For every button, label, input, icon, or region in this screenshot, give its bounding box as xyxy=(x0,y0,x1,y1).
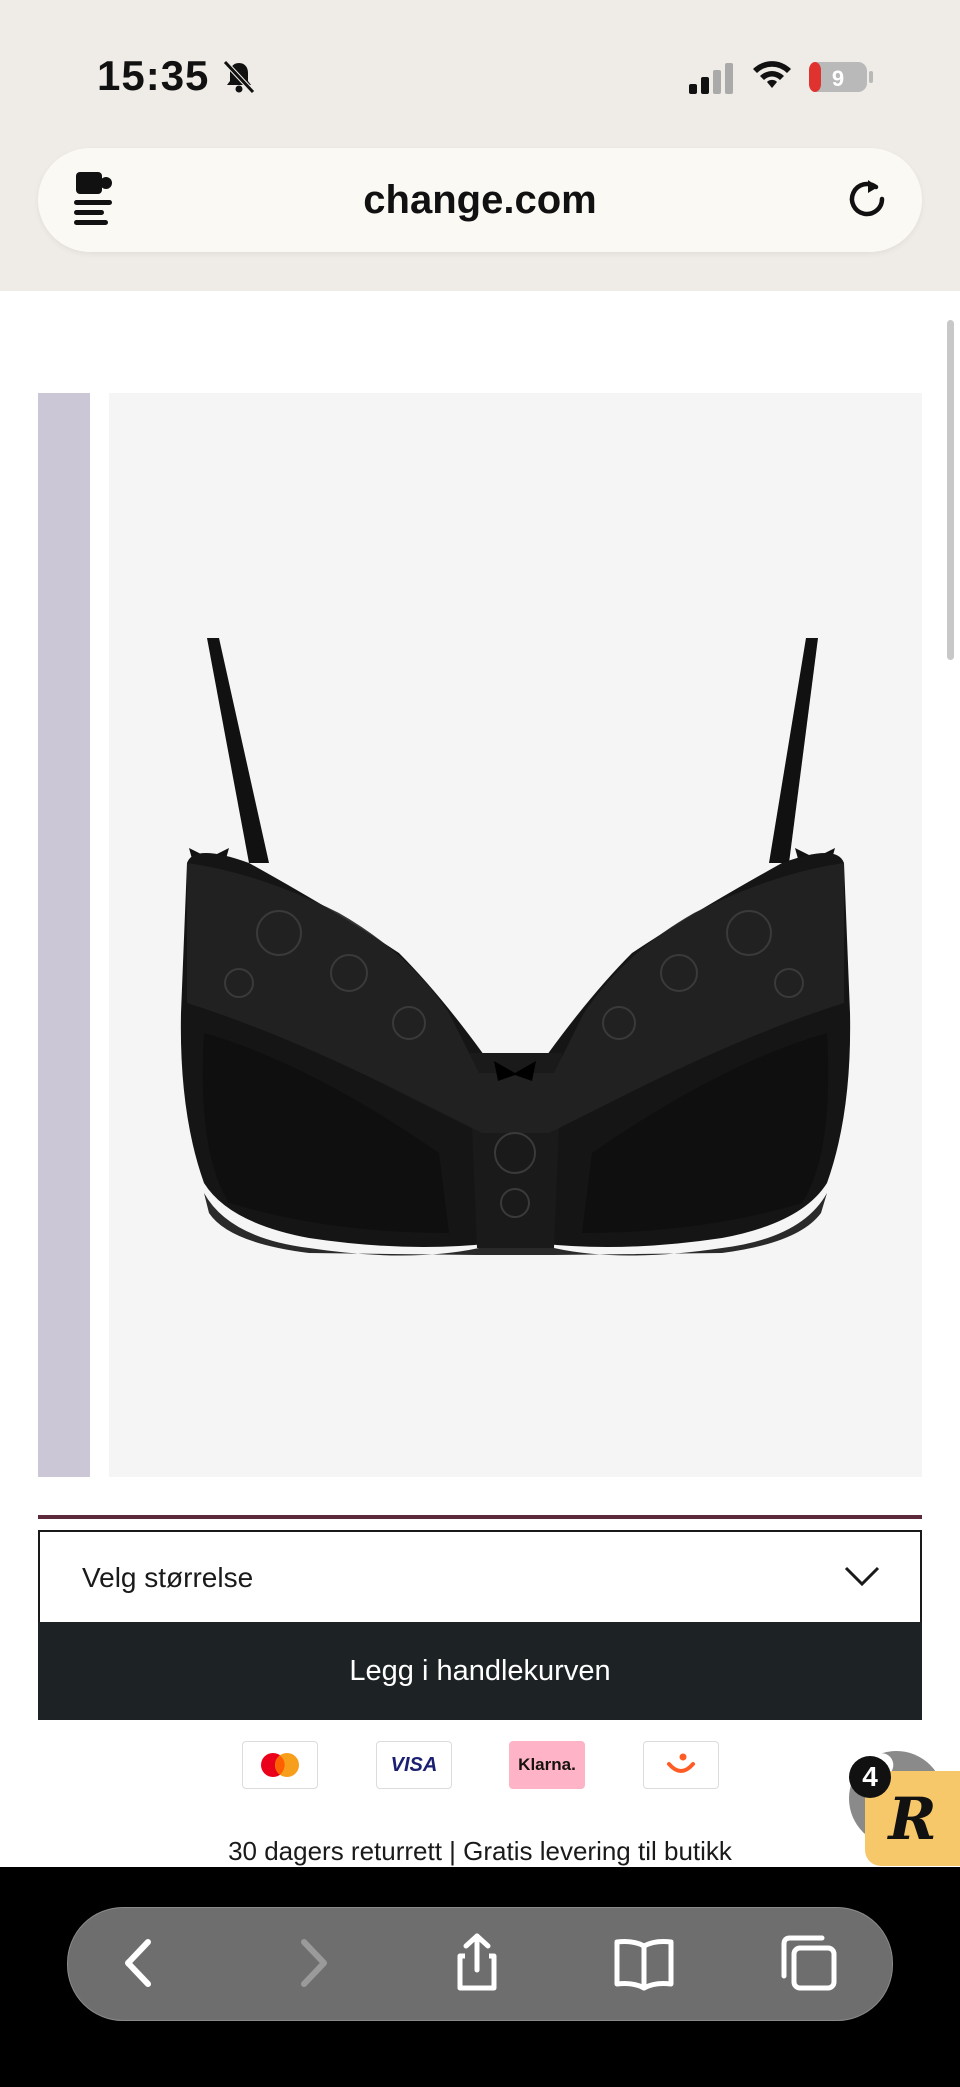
status-time: 15:35 xyxy=(97,52,210,99)
size-select-label: Velg størrelse xyxy=(82,1562,254,1593)
page-scrollbar[interactable] xyxy=(947,320,954,660)
bookmarks-icon[interactable] xyxy=(613,1932,675,1994)
klarna-badge: Klarna. xyxy=(509,1741,585,1789)
mastercard-badge xyxy=(242,1741,318,1789)
top-browser-chrome: 15:35 9 change.com xyxy=(0,0,960,291)
back-icon[interactable] xyxy=(108,1932,170,1994)
vipps-badge xyxy=(643,1741,719,1789)
share-icon[interactable] xyxy=(446,1932,508,1994)
size-select[interactable]: Velg størrelse xyxy=(38,1530,922,1624)
shipping-info: 30 dagers returrett | Gratis levering ti… xyxy=(228,1836,732,1866)
previous-image-strip[interactable] xyxy=(38,393,90,1477)
reviews-logo: R xyxy=(888,1784,937,1853)
product-image[interactable] xyxy=(109,393,944,1846)
vipps-icon xyxy=(667,1753,695,1773)
klarna-label: Klarna. xyxy=(518,1755,576,1774)
accent-divider xyxy=(38,1515,922,1519)
bra-image xyxy=(180,638,851,1256)
visa-badge: VISA xyxy=(376,1741,452,1789)
reviews-count-badge: 4 xyxy=(849,1756,891,1798)
chevron-down-icon xyxy=(844,1566,880,1587)
bell-off-icon xyxy=(223,60,255,94)
battery-icon: 9 xyxy=(809,62,873,92)
add-to-cart-button[interactable]: Legg i handlekurven xyxy=(38,1622,922,1720)
tabs-icon[interactable] xyxy=(778,1932,840,1994)
mastercard-icon xyxy=(261,1753,299,1777)
wifi-icon xyxy=(753,61,791,88)
url-text[interactable]: change.com xyxy=(38,178,922,223)
address-bar[interactable]: change.com xyxy=(38,148,922,252)
cellular-signal-icon xyxy=(689,63,733,94)
visa-label: VISA xyxy=(390,1753,438,1776)
battery-level: 9 xyxy=(832,66,844,91)
reload-icon[interactable] xyxy=(842,174,892,224)
forward-icon[interactable] xyxy=(282,1932,344,1994)
